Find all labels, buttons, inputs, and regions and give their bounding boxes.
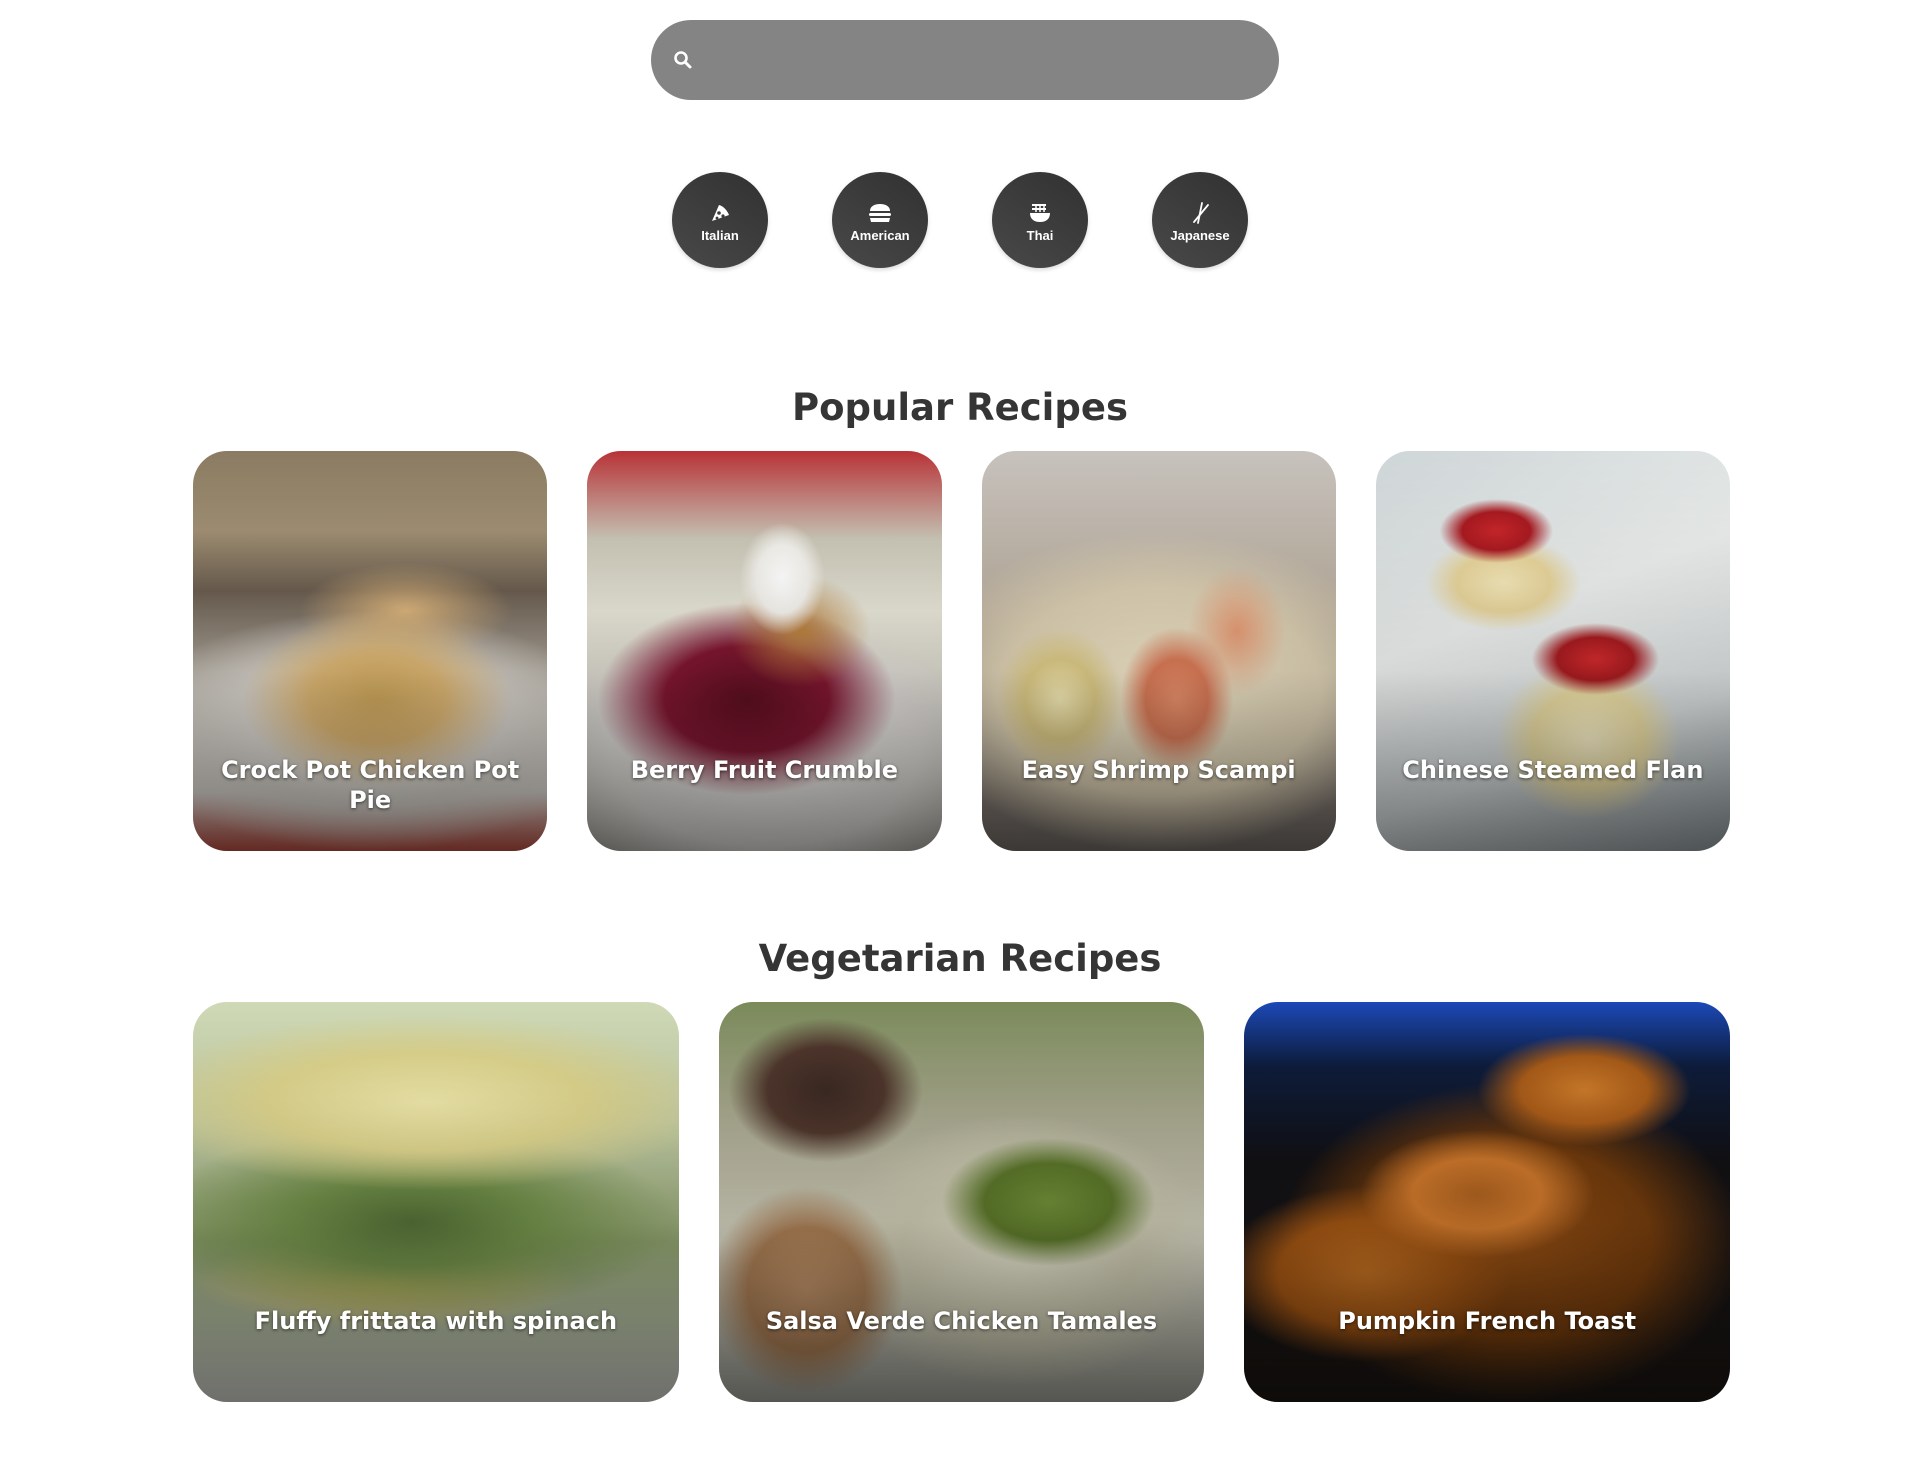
- card-overlay: [981, 451, 1336, 851]
- search-bar[interactable]: [651, 20, 1279, 100]
- popular-recipes-row: Crock Pot Chicken Pot Pie Berry Fruit Cr…: [193, 451, 1730, 851]
- burger-icon: [868, 201, 892, 225]
- search-icon: [669, 46, 697, 74]
- recipe-card[interactable]: Salsa Verde Chicken Tamales: [718, 1002, 1205, 1402]
- recipe-title: Crock Pot Chicken Pot Pie: [221, 756, 520, 814]
- cuisine-label: American: [850, 227, 910, 243]
- noodle-bowl-icon: [1028, 201, 1052, 225]
- cuisine-label: Thai: [1026, 227, 1054, 243]
- recipe-title: Easy Shrimp Scampi: [1021, 756, 1296, 784]
- cuisine-label: Italian: [701, 227, 739, 243]
- cuisine-label: Japanese: [1170, 227, 1230, 243]
- recipe-card[interactable]: Crock Pot Chicken Pot Pie: [193, 451, 548, 851]
- search-input[interactable]: [697, 20, 1279, 100]
- cuisine-button-japanese[interactable]: Japanese: [1152, 172, 1248, 268]
- recipe-card[interactable]: Pumpkin French Toast: [1244, 1002, 1731, 1402]
- recipe-card[interactable]: Chinese Steamed Flan: [1375, 451, 1730, 851]
- recipe-title: Berry Fruit Crumble: [630, 756, 899, 784]
- cuisine-button-american[interactable]: American: [832, 172, 928, 268]
- cuisine-button-italian[interactable]: Italian: [672, 172, 768, 268]
- cuisine-button-thai[interactable]: Thai: [992, 172, 1088, 268]
- recipe-title: Chinese Steamed Flan: [1402, 756, 1704, 784]
- cuisine-nav: Italian American Thai Japanese: [0, 172, 1920, 270]
- card-overlay: [718, 1002, 1205, 1402]
- chopsticks-icon: [1188, 201, 1212, 225]
- card-overlay: [1244, 1002, 1731, 1402]
- popular-recipes-heading: Popular Recipes: [792, 386, 1128, 429]
- recipe-title: Pumpkin French Toast: [1338, 1307, 1637, 1335]
- recipe-card[interactable]: Berry Fruit Crumble: [587, 451, 942, 851]
- recipe-title: Salsa Verde Chicken Tamales: [765, 1307, 1158, 1335]
- recipe-card[interactable]: Easy Shrimp Scampi: [981, 451, 1336, 851]
- recipe-card[interactable]: Fluffy frittata with spinach: [193, 1002, 679, 1402]
- vegetarian-recipes-heading: Vegetarian Recipes: [758, 937, 1162, 980]
- pizza-icon: [708, 201, 732, 225]
- recipe-title: Fluffy frittata with spinach: [254, 1307, 618, 1335]
- card-overlay: [193, 1002, 679, 1402]
- vegetarian-recipes-row: Fluffy frittata with spinach Salsa Verde…: [193, 1002, 1731, 1402]
- card-overlay: [1375, 451, 1730, 851]
- card-overlay: [587, 451, 942, 851]
